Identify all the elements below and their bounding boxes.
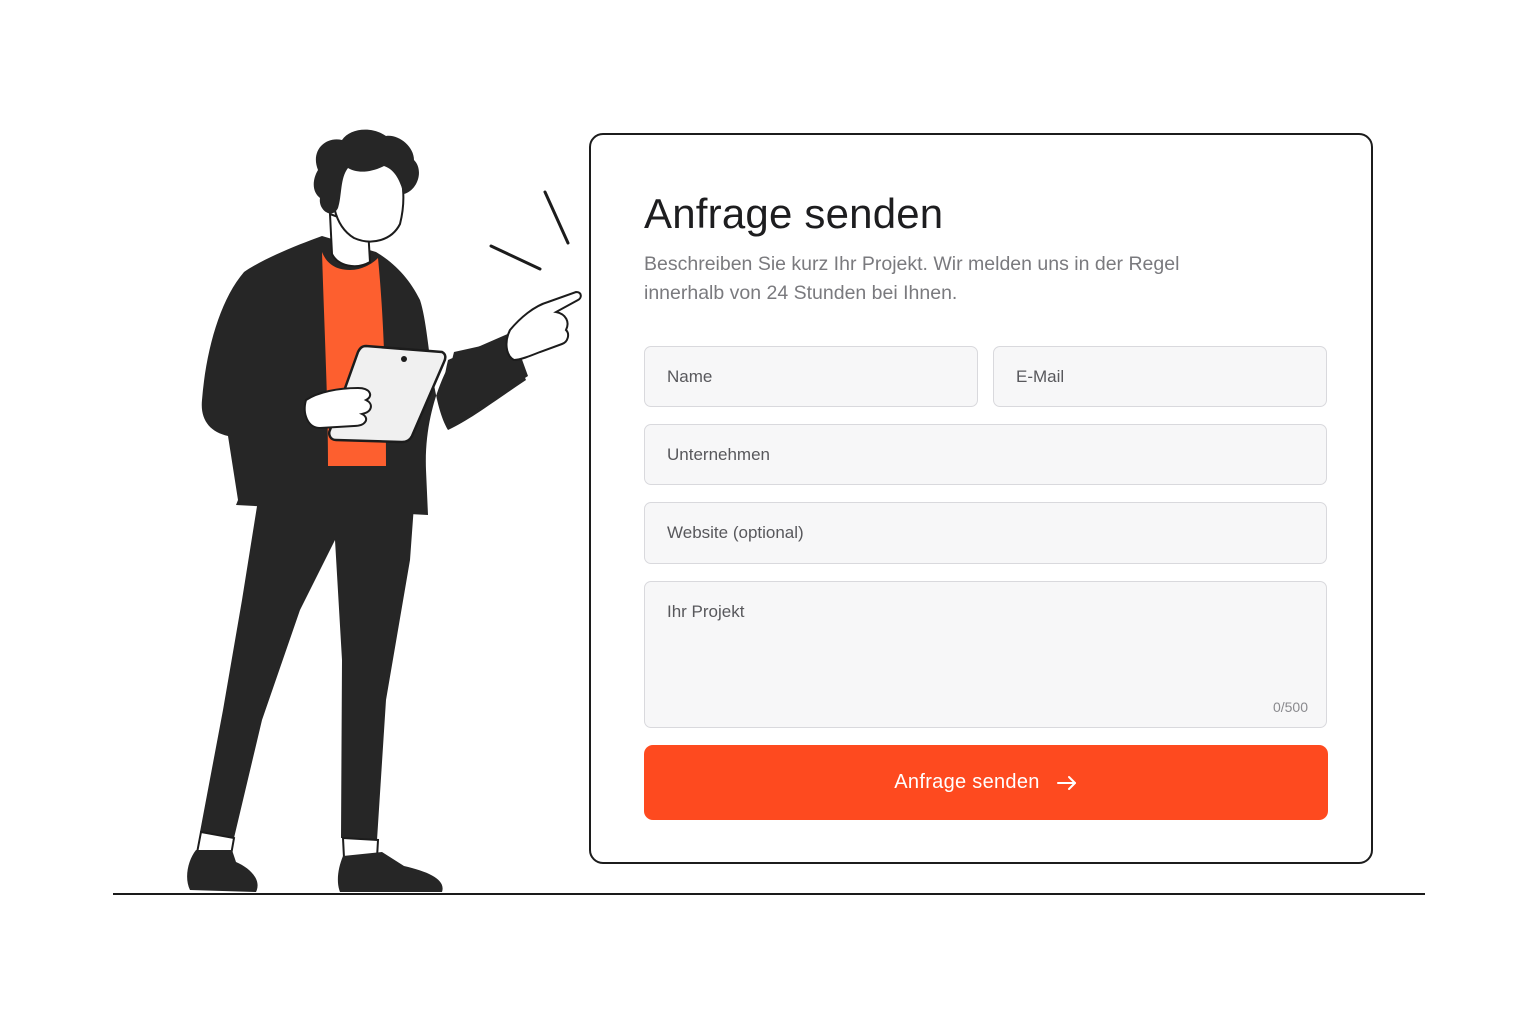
website-placeholder: Website (optional) (667, 523, 804, 542)
character-counter: 0/500 (1272, 699, 1308, 715)
name-field[interactable]: Name (644, 346, 978, 407)
shoe-right (337, 852, 443, 892)
company-field[interactable]: Unternehmen (644, 424, 1327, 485)
company-placeholder: Unternehmen (667, 445, 771, 464)
emphasis-line-1 (543, 190, 570, 245)
ground-line (113, 893, 1425, 895)
project-textarea[interactable]: Ihr Projekt 0/500 (644, 581, 1327, 728)
shoe-left (187, 850, 258, 892)
name-placeholder: Name (667, 367, 713, 386)
trousers (200, 500, 414, 840)
form-description: Beschreiben Sie kurz Ihr Projekt. Wir me… (644, 253, 1180, 304)
pointing-hand (505, 290, 582, 362)
website-field[interactable]: Website (optional) (644, 502, 1327, 564)
page: Anfrage senden Beschreiben Sie kurz Ihr … (0, 0, 1536, 1024)
arrow-right-icon (1056, 775, 1076, 790)
inquiry-form-card: Anfrage senden Beschreiben Sie kurz Ihr … (589, 133, 1373, 864)
form-title: Anfrage senden (644, 190, 944, 237)
tablet-camera (401, 356, 407, 362)
emphasis-line-2 (489, 244, 542, 271)
submit-button-label: Anfrage senden (894, 771, 1040, 793)
project-placeholder: Ihr Projekt (667, 602, 745, 621)
submit-button[interactable]: Anfrage senden (644, 745, 1328, 820)
email-placeholder: E-Mail (1016, 367, 1065, 386)
email-field[interactable]: E-Mail (993, 346, 1327, 407)
